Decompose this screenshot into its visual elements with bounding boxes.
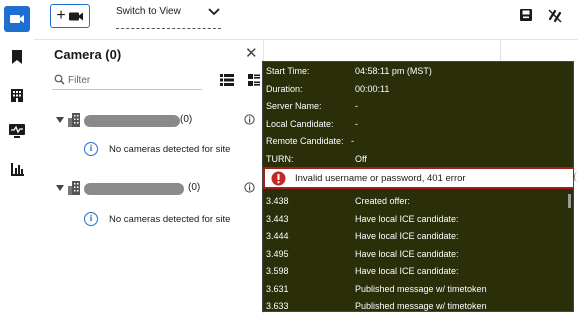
- filter-input[interactable]: [68, 72, 198, 88]
- info-circle-icon: i: [84, 142, 98, 156]
- stream-debug-overlay: Start Time: 04:58:11 pm (MST) Duration: …: [262, 61, 574, 312]
- site-name-redacted: [84, 183, 184, 195]
- nav-item-reports[interactable]: [4, 156, 30, 182]
- plus-icon: +: [56, 7, 66, 24]
- site-row[interactable]: (0): [54, 112, 259, 130]
- notice-text: No cameras detected for site: [109, 214, 231, 225]
- filter-field[interactable]: [52, 70, 202, 90]
- site-camera-count: (0): [188, 182, 201, 193]
- top-toolbar: + Switch to View: [34, 0, 578, 40]
- debug-row: TURN: Off: [266, 153, 367, 164]
- list-view-icon[interactable]: [220, 74, 234, 86]
- debug-row: Local Candidate: -: [266, 118, 358, 129]
- nav-rail: [0, 0, 34, 313]
- detail-view-icon[interactable]: [248, 74, 260, 86]
- notice-text: No cameras detected for site: [109, 144, 231, 155]
- video-camera-icon: [68, 12, 83, 20]
- building-icon: [11, 89, 23, 102]
- monitor-activity-icon: [9, 124, 25, 138]
- add-camera-button[interactable]: +: [50, 4, 90, 28]
- log-row: 3.633 Published message w/ timetoken: [266, 301, 487, 311]
- log-row: 3.443 Have local ICE candidate:: [266, 213, 459, 224]
- site-name-redacted: [84, 115, 180, 127]
- caret-down-icon[interactable]: [56, 116, 64, 124]
- view-select-label: Switch to View: [116, 6, 181, 17]
- debug-row: Start Time: 04:58:11 pm (MST): [266, 66, 432, 76]
- debug-row: Server Name: -: [266, 101, 358, 111]
- unlink-icon[interactable]: [546, 7, 564, 25]
- panel-title: Camera (0): [54, 47, 122, 62]
- log-row: 3.438 Created offer:: [266, 196, 410, 206]
- debug-row: Remote Candidate: -: [266, 136, 354, 146]
- log-row: 3.444 Have local ICE candidate:: [266, 231, 459, 241]
- close-icon[interactable]: ✕: [245, 46, 258, 61]
- chevron-down-icon: [208, 8, 220, 16]
- search-icon: [54, 74, 65, 85]
- video-camera-icon: [10, 15, 24, 23]
- camera-panel: Camera (0) ✕ Filter (0) i No cameras det…: [44, 40, 264, 313]
- save-icon[interactable]: [518, 7, 534, 23]
- log-row: 3.495 Have local ICE candidate:: [266, 248, 459, 259]
- error-icon: [271, 171, 286, 186]
- toolbar-divider: [500, 40, 501, 62]
- app-window: + Switch to View Camera (0) ✕ Filter (0)…: [0, 0, 578, 313]
- nav-item-bookmarks[interactable]: [4, 44, 30, 70]
- info-icon[interactable]: [244, 182, 255, 193]
- bookmark-icon: [12, 50, 22, 64]
- switch-to-view-select[interactable]: Switch to View: [116, 5, 221, 29]
- error-text: Invalid username or password, 401 error: [295, 173, 466, 184]
- info-circle-icon: i: [84, 212, 98, 226]
- building-icon: [68, 181, 80, 195]
- building-icon: [68, 113, 80, 127]
- site-row[interactable]: (0): [54, 180, 259, 198]
- nav-item-sites[interactable]: [4, 82, 30, 108]
- debug-row: Duration: 00:00:11: [266, 83, 390, 94]
- log-row: 3.631 Published message w/ timetoken: [266, 283, 487, 294]
- debug-scrollbar[interactable]: [568, 194, 571, 208]
- log-row: 3.598 Have local ICE candidate:: [266, 266, 459, 276]
- site-camera-count: (0): [180, 114, 193, 125]
- nav-item-health[interactable]: [4, 118, 30, 144]
- info-icon[interactable]: [244, 114, 255, 125]
- caret-down-icon[interactable]: [56, 184, 64, 192]
- overlay-edge-marker: [574, 172, 578, 182]
- nav-item-cameras[interactable]: [4, 6, 30, 32]
- bar-chart-icon: [11, 163, 24, 176]
- error-message-bar: Invalid username or password, 401 error: [263, 167, 573, 189]
